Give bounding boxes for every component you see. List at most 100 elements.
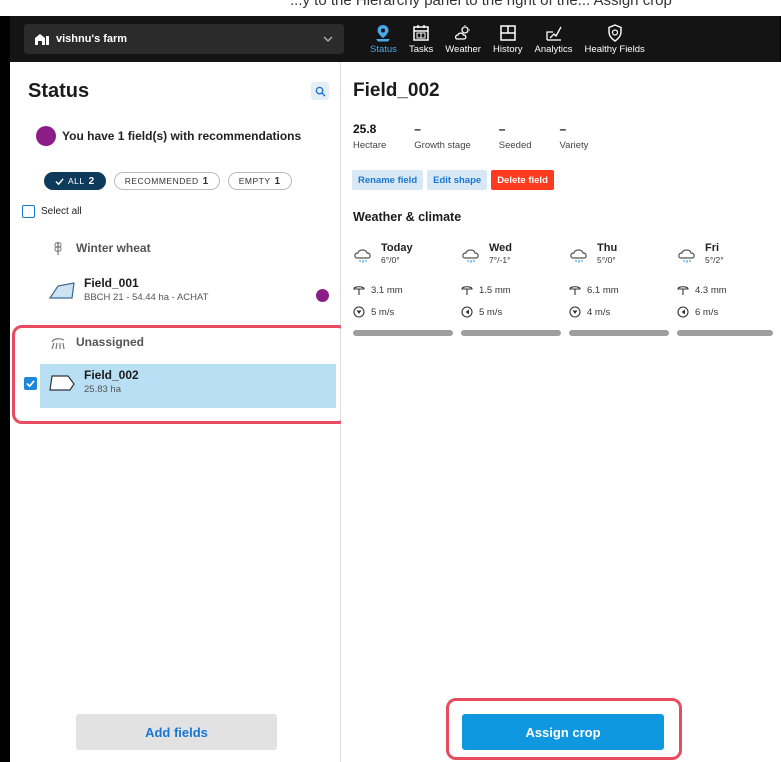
group-winter-wheat[interactable]: Winter wheat (50, 240, 151, 256)
filter-chips: ALL 2 RECOMMENDED 1 EMPTY 1 (44, 172, 292, 190)
stat-seeded: – Seeded (499, 122, 532, 151)
nav-history[interactable]: History (487, 16, 529, 62)
wind-direction-icon (677, 306, 689, 318)
field-stats: 25.8 Hectare – Growth stage – Seeded – V… (353, 122, 616, 151)
group-winter-wheat-label: Winter wheat (76, 241, 151, 255)
field-001-name: Field_001 (84, 276, 139, 290)
wind-direction-icon (569, 306, 581, 318)
weather-section-title: Weather & climate (353, 210, 462, 224)
weather-wind: 5 m/s (479, 306, 503, 318)
rename-field-button[interactable]: Rename field (352, 170, 424, 190)
weather-temp: 6°/0° (381, 255, 400, 265)
shield-icon (607, 23, 622, 42)
filter-all-count: 2 (88, 175, 95, 187)
stat-seeded-label: Seeded (498, 140, 532, 151)
rain-cloud-icon (570, 249, 587, 263)
search-icon (315, 86, 326, 97)
nav-analytics-label: Analytics (534, 43, 573, 55)
nav-weather-label: Weather (445, 43, 481, 55)
weather-bar (461, 330, 561, 336)
weather-day-card: Fri 5°/2° 4.3 mm 6 m/s (677, 242, 781, 336)
filter-empty-label: EMPTY (238, 176, 271, 186)
calendar-icon (413, 24, 429, 41)
precipitation-icon (461, 286, 473, 295)
precipitation-icon (353, 286, 365, 295)
wind-direction-icon (353, 306, 365, 318)
stat-variety: – Variety (560, 122, 589, 151)
weather-day-card: Today 6°/0° 3.1 mm 5 m/s (353, 242, 461, 336)
precipitation-icon (677, 286, 689, 295)
weather-day: Today (381, 242, 413, 254)
weather-rain: 3.1 mm (371, 284, 403, 296)
nav-history-label: History (492, 43, 523, 55)
recommendation-indicator (316, 289, 329, 302)
nav-tasks-label: Tasks (408, 43, 434, 55)
precipitation-icon (569, 286, 581, 295)
add-fields-button[interactable]: Add fields (76, 714, 277, 750)
rain-cloud-icon (354, 249, 371, 263)
farm-selector[interactable]: vishnu's farm (24, 24, 344, 54)
main-nav: Status Tasks Weather History Analytics H… (364, 16, 651, 62)
filter-empty[interactable]: EMPTY 1 (227, 172, 292, 190)
weather-day-card: Wed 7°/-1° 1.5 mm 5 m/s (461, 242, 569, 336)
weather-bar (677, 330, 773, 336)
weather-day: Wed (489, 242, 513, 254)
chevron-down-icon (323, 36, 333, 43)
weather-wind: 6 m/s (695, 306, 719, 318)
stat-hectare: 25.8 Hectare (353, 122, 386, 151)
search-button[interactable] (311, 82, 329, 100)
field-001-details: BBCH 21 - 54.44 ha - ACHAT (84, 292, 209, 303)
nav-healthy-fields-label: Healthy Fields (584, 43, 645, 55)
filter-all[interactable]: ALL 2 (44, 172, 106, 190)
nav-analytics[interactable]: Analytics (529, 16, 579, 62)
wind-direction-icon (461, 306, 473, 318)
weather-temp: 7°/-1° (489, 255, 511, 265)
stat-hectare-label: Hectare (353, 140, 387, 151)
filter-recommended-count: 1 (202, 175, 209, 187)
recommendation-text: You have 1 field(s) with recommendations (62, 129, 302, 143)
nav-tasks[interactable]: Tasks (403, 16, 439, 62)
caption-strip: ...y to the Hierarchy panel to the right… (0, 0, 781, 16)
recommendation-dot (36, 126, 56, 146)
weather-bar (353, 330, 453, 336)
nav-status-label: Status (370, 43, 397, 55)
analytics-icon (545, 26, 562, 41)
rain-cloud-icon (678, 249, 695, 263)
stat-variety-label: Variety (559, 140, 589, 151)
weather-day-card: Thu 5°/0° 6.1 mm 4 m/s (569, 242, 677, 336)
caption-text: ...y to the Hierarchy panel to the right… (290, 0, 672, 9)
weather-rain: 4.3 mm (695, 284, 727, 296)
weather-rain: 1.5 mm (479, 284, 511, 296)
map-pin-icon (376, 24, 391, 41)
filter-recommended-label: RECOMMENDED (124, 176, 199, 186)
stat-hectare-value: 25.8 (353, 122, 377, 136)
stat-variety-value: – (559, 122, 567, 136)
weather-temp: 5°/0° (597, 255, 616, 265)
stat-growth-stage-value: – (414, 122, 421, 136)
filter-empty-count: 1 (274, 175, 281, 187)
field-row-field-001[interactable]: Field_001 BBCH 21 - 54.44 ha - ACHAT (48, 276, 208, 303)
wheat-icon (54, 242, 62, 255)
farm-name: vishnu's farm (56, 33, 128, 45)
select-all-label: Select all (41, 206, 82, 217)
right-panel: Field_002 25.8 Hectare – Growth stage – … (341, 62, 781, 762)
annotation-highlight-unassigned (12, 325, 348, 424)
farm-icon (35, 34, 49, 45)
edit-shape-button[interactable]: Edit shape (427, 170, 488, 190)
nav-weather[interactable]: Weather (439, 16, 487, 62)
select-all[interactable]: Select all (22, 205, 82, 218)
field-title: Field_002 (353, 80, 440, 101)
nav-healthy-fields[interactable]: Healthy Fields (579, 16, 651, 62)
nav-status[interactable]: Status (364, 16, 403, 62)
delete-field-button[interactable]: Delete field (491, 170, 554, 190)
weather-icon (455, 24, 471, 40)
filter-recommended[interactable]: RECOMMENDED 1 (113, 172, 220, 190)
stat-seeded-value: – (498, 122, 506, 136)
weather-forecast: Today 6°/0° 3.1 mm 5 m/s Wed 7°/-1° 1.5 mm… (353, 242, 781, 336)
field-shape-icon (48, 281, 75, 299)
recommendations-banner[interactable]: You have 1 field(s) with recommendations (36, 126, 301, 146)
history-icon (500, 24, 516, 41)
select-all-checkbox[interactable] (22, 205, 35, 218)
weather-bar (569, 330, 669, 336)
weather-temp: 5°/2° (705, 255, 724, 265)
